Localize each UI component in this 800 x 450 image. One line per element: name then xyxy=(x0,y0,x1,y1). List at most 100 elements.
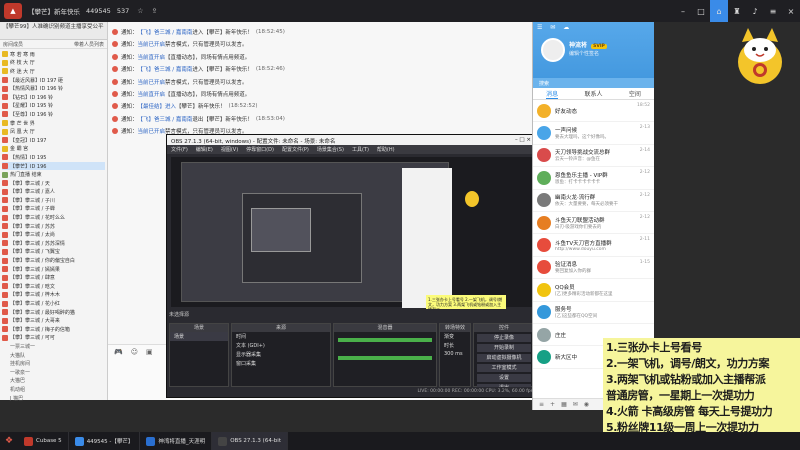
channel-row[interactable]: 【攀】攀三城 / 花时么么 xyxy=(2,213,105,222)
channel-row[interactable]: 热门直播 结束 xyxy=(2,170,105,179)
channel-row[interactable]: 攀 芒 世 界 xyxy=(2,119,105,128)
channel-row[interactable]: 【钻石】ID 196 铃 xyxy=(2,93,105,102)
chat-user[interactable]: 【飞】爸三城 / 嘉南南 xyxy=(138,115,193,123)
conversation-item[interactable]: 验证消息 要回复加入你的群 1-15 xyxy=(533,257,654,280)
channel-row[interactable]: 【攀】攀三城 / 肆意 xyxy=(2,273,105,282)
conversation-item[interactable]: QQ会员 [乙]更多精彩活动新都在这里 xyxy=(533,279,654,302)
bell-icon[interactable]: ♪ xyxy=(746,0,764,22)
star-icon[interactable]: ☆ xyxy=(137,7,143,15)
apps-icon[interactable]: ◉ xyxy=(584,401,589,408)
channel-row[interactable]: 【攀】攀三城 / 你的偏宝自白 xyxy=(2,256,105,265)
channel-row[interactable]: 【攀】攀三城 / 太尚 xyxy=(2,230,105,239)
obs-menu-item[interactable]: 场景集合(S) xyxy=(317,146,344,153)
conversation-item[interactable]: 斗鱼TV天刀官方直播群 http://www.douyu.com 2-11 xyxy=(533,234,654,257)
menu-icon[interactable]: ≡ xyxy=(539,401,544,408)
transition-select[interactable]: 渐变 xyxy=(440,332,470,341)
obs-window-controls[interactable]: – □ × xyxy=(515,137,531,143)
channel-row[interactable]: 一票三城一 xyxy=(2,342,105,351)
channel-row[interactable]: 【攀】攀三城 / 梅子的信箱 xyxy=(2,325,105,334)
conversation-item[interactable]: 恩鱼鱼乐主播 - VIP群 恩鱼：打卡卡卡卡卡卡 2-12 xyxy=(533,167,654,190)
maximize-icon[interactable]: □ xyxy=(692,0,710,22)
conversation-item[interactable]: 好友动态 18:52 xyxy=(533,100,654,123)
channel-row[interactable]: 【攀】攀三城 / 飞翼宝 xyxy=(2,248,105,257)
tab-member-list[interactable]: 带着人员列表 xyxy=(74,41,104,48)
chat-user[interactable]: 【最佳结】进入 xyxy=(138,102,177,110)
obs-menu-item[interactable]: 工具(T) xyxy=(352,146,369,153)
control-button[interactable]: 工作室模式 xyxy=(477,364,531,372)
share-icon[interactable]: ⇪ xyxy=(152,7,158,15)
menu-icon[interactable]: ≡ xyxy=(764,0,782,22)
emoji-icon[interactable]: ☺ xyxy=(131,348,138,356)
start-icon[interactable]: ❖ xyxy=(0,432,18,450)
control-button[interactable]: 设置 xyxy=(477,374,531,382)
qq-signature[interactable]: 编辑个性签名 xyxy=(569,50,599,57)
channel-row[interactable]: 【热情】ID 195 xyxy=(2,153,105,162)
conversation-item[interactable]: 幽南火龙·流行群 依天：大量要要，每天必须要干 2-12 xyxy=(533,190,654,212)
chat-user[interactable]: 当前直开启 xyxy=(138,90,166,98)
taskbar-item[interactable]: OBS 27.1.3 (64-bit xyxy=(212,432,288,450)
add-contact-icon[interactable]: + xyxy=(550,401,555,408)
channel-row[interactable]: 【攀芒】ID 196 xyxy=(2,161,105,171)
source-item[interactable]: 文本 (GDI+) xyxy=(232,341,330,350)
channel-row[interactable]: 【攀】攀三城 / 苏苏 xyxy=(2,222,105,231)
obs-menu-item[interactable]: 配置文件(P) xyxy=(282,146,309,153)
channel-row[interactable]: 【攀】攀三城 / 梓木木 xyxy=(2,291,105,300)
source-item[interactable]: 窗口采集 xyxy=(232,359,330,368)
obs-menu-item[interactable]: 文件(F) xyxy=(171,146,188,153)
qq-tab[interactable]: 联系人 xyxy=(584,89,602,98)
conversation-item[interactable]: 斗鱼天刀联盟活动群 白刃·吸游戏你们要去的 2-12 xyxy=(533,212,654,235)
control-button[interactable]: 启动虚拟摄像机 xyxy=(477,354,531,362)
chat-user[interactable]: 【飞】爸三城 / 嘉南南 xyxy=(138,28,193,36)
channel-row[interactable]: 【攀】攀三城 / 子蝉 xyxy=(2,205,105,214)
chat-user[interactable]: 当前已开启 xyxy=(138,127,166,135)
channel-row[interactable]: 【攀】攀三城 / 子川 xyxy=(2,196,105,205)
tab-members[interactable]: 房间成员 xyxy=(3,41,23,48)
channel-row[interactable]: 【最近风暴】ID 197 砸 xyxy=(2,76,105,85)
chat-user[interactable]: 当前已开启 xyxy=(138,78,166,86)
channel-row[interactable]: 机动组 xyxy=(2,385,105,394)
channel-row[interactable]: 【攀】攀三城 / 嫣嫣果 xyxy=(2,265,105,274)
channel-row[interactable]: 终 枝 大 厅 xyxy=(2,59,105,68)
channel-row[interactable]: 凤 凰 大 厅 xyxy=(2,127,105,136)
channel-row[interactable]: 挂机房间 xyxy=(2,359,105,368)
avatar[interactable] xyxy=(541,38,565,62)
qq-tab[interactable]: 空间 xyxy=(629,89,641,98)
chat-user[interactable]: 【飞】爸三城 / 嘉南南 xyxy=(138,65,193,73)
channel-row[interactable]: 【攀】攀三城 / 苏苏深情 xyxy=(2,239,105,248)
minimize-icon[interactable]: – xyxy=(674,0,692,22)
home-icon[interactable]: ⌂ xyxy=(710,0,728,22)
conversation-item[interactable]: 天刀领导挑战交流总群 云天一铃声音：@鱼在 2-14 xyxy=(533,145,654,168)
channel-row[interactable]: 【攀】攀三城 / 最好喝醉的猫 xyxy=(2,308,105,317)
taskbar-item[interactable]: Cubase 5 xyxy=(18,432,69,450)
channel-row[interactable]: 【至尊】ID 196 铃 xyxy=(2,110,105,119)
source-item[interactable]: 时间 xyxy=(232,332,330,341)
qq-tab[interactable]: 消息 xyxy=(546,89,559,99)
qq-search-input[interactable]: 搜索 xyxy=(533,78,654,88)
channel-row[interactable]: 寒 若 寒 雨 xyxy=(2,50,105,59)
channel-row[interactable]: 大猫巴 xyxy=(2,377,105,386)
channel-row[interactable]: 【攀】攀三城 / 花小红 xyxy=(2,299,105,308)
gamepad-icon[interactable]: 🎮 xyxy=(114,348,123,356)
obs-menu-item[interactable]: 帮助(H) xyxy=(377,146,395,153)
taskbar-item[interactable]: 神湾将直播_天涯明 xyxy=(140,432,213,450)
close-icon[interactable]: × xyxy=(782,0,800,22)
mail-icon[interactable]: ✉ xyxy=(573,401,578,408)
channel-row[interactable]: 【攀】攀三城 / 大哥来 xyxy=(2,316,105,325)
control-button[interactable]: 开始录制 xyxy=(477,344,531,352)
folder-icon[interactable]: ▦ xyxy=(561,401,567,408)
channel-row[interactable]: 【热情风暴】ID 196 铃 xyxy=(2,84,105,93)
channel-row[interactable]: 【星耀】ID 195 铃 xyxy=(2,102,105,111)
obs-preview[interactable]: 1.三张办卡上号看号 2.一架飞机，调号/朗文，功力方案 3.两架飞机或钻粉或加… xyxy=(171,157,533,331)
channel-row[interactable]: 【皇冠】ID 197 xyxy=(2,136,105,145)
channel-row[interactable]: 终 迷 大 厅 xyxy=(2,67,105,76)
chat-user[interactable]: 当前直开启 xyxy=(138,53,166,61)
channel-row[interactable]: 金 霸 宫 xyxy=(2,145,105,154)
obs-menu-item[interactable]: 视图(V) xyxy=(221,146,238,153)
channel-row[interactable]: 一歌泉一 xyxy=(2,368,105,377)
conversation-item[interactable]: 服务号 [乙]这些都在QQ空间 xyxy=(533,302,654,324)
obs-menu-item[interactable]: 停靠窗口(D) xyxy=(246,146,274,153)
taskbar-item[interactable]: 449545 -【攀芒】 xyxy=(69,432,141,450)
source-item[interactable]: 显示器采集 xyxy=(232,350,330,359)
channel-row[interactable]: 【攀】攀三城 / 嘉人 xyxy=(2,188,105,197)
duration-value[interactable]: 300 ms xyxy=(440,350,470,358)
